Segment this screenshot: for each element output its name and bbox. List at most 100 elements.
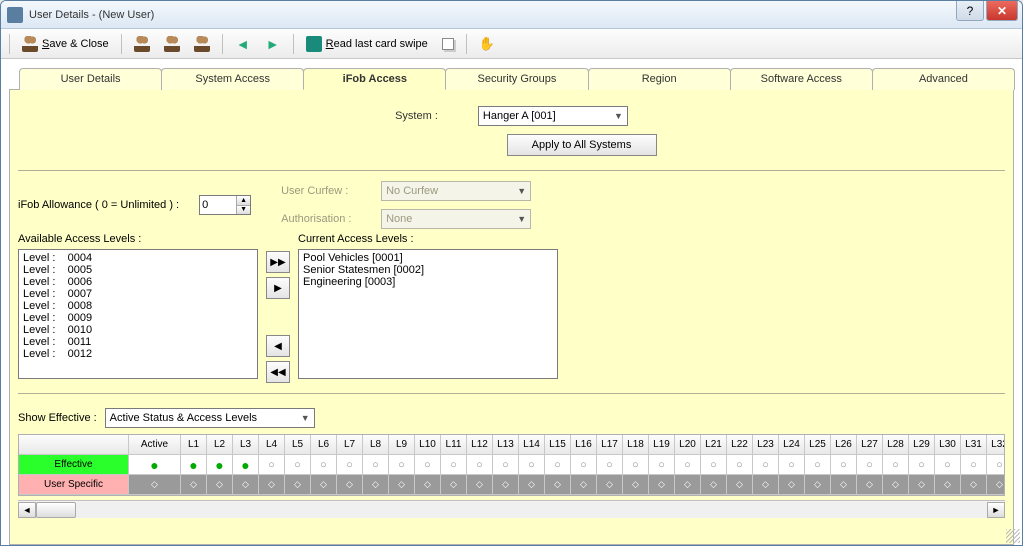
grid-cell[interactable]: ◇ xyxy=(571,475,597,495)
grid-cell[interactable]: ● xyxy=(181,455,207,475)
grid-cell[interactable]: ◇ xyxy=(389,475,415,495)
grid-cell[interactable]: ◇ xyxy=(961,475,987,495)
grid-cell[interactable]: ● xyxy=(129,455,181,475)
grid-cell[interactable]: ◇ xyxy=(207,475,233,495)
grid-cell[interactable]: ○ xyxy=(857,455,883,475)
spin-up-button[interactable]: ▲ xyxy=(237,196,250,206)
tab-system-access[interactable]: System Access xyxy=(161,68,304,90)
grid-cell[interactable]: ○ xyxy=(545,455,571,475)
tab-region[interactable]: Region xyxy=(588,68,731,90)
grid-cell[interactable]: ○ xyxy=(779,455,805,475)
grid-cell[interactable]: ◇ xyxy=(935,475,961,495)
grid-cell[interactable]: ○ xyxy=(675,455,701,475)
grid-cell[interactable]: ○ xyxy=(311,455,337,475)
save-close-button[interactable]: Save & Close xyxy=(18,34,113,54)
grid-cell[interactable]: ◇ xyxy=(285,475,311,495)
grid-cell[interactable]: ◇ xyxy=(857,475,883,495)
list-item[interactable]: Level : 0006 xyxy=(21,276,255,288)
grid-cell[interactable]: ◇ xyxy=(779,475,805,495)
grid-cell[interactable]: ◇ xyxy=(337,475,363,495)
toolbar-user-remove-button[interactable] xyxy=(190,34,214,54)
grid-cell[interactable]: ○ xyxy=(519,455,545,475)
tab-advanced[interactable]: Advanced xyxy=(872,68,1015,90)
grid-cell[interactable]: ○ xyxy=(441,455,467,475)
grid-cell[interactable]: ◇ xyxy=(909,475,935,495)
grid-cell[interactable]: ◇ xyxy=(753,475,779,495)
toolbar-next-button[interactable]: ► xyxy=(261,34,285,54)
grid-cell[interactable]: ◇ xyxy=(441,475,467,495)
scroll-right-button[interactable]: ► xyxy=(987,502,1005,518)
grid-cell[interactable]: ○ xyxy=(883,455,909,475)
grid-cell[interactable]: ○ xyxy=(493,455,519,475)
horizontal-scrollbar[interactable]: ◄ ► xyxy=(18,500,1005,518)
list-item[interactable]: Level : 0012 xyxy=(21,348,255,360)
grid-cell[interactable]: ◇ xyxy=(883,475,909,495)
grid-cell[interactable]: ○ xyxy=(389,455,415,475)
scroll-thumb[interactable] xyxy=(36,502,76,518)
list-item[interactable]: Level : 0011 xyxy=(21,336,255,348)
help-button[interactable]: ? xyxy=(956,1,984,21)
grid-cell[interactable]: ○ xyxy=(467,455,493,475)
grid-cell[interactable]: ◇ xyxy=(805,475,831,495)
grid-cell[interactable]: ○ xyxy=(623,455,649,475)
grid-cell[interactable]: ◇ xyxy=(623,475,649,495)
toolbar-user-add-button[interactable] xyxy=(160,34,184,54)
move-all-left-button[interactable]: ◀◀ xyxy=(266,361,290,383)
grid-cell[interactable]: ◇ xyxy=(701,475,727,495)
allowance-field[interactable] xyxy=(200,196,236,214)
grid-cell[interactable]: ○ xyxy=(571,455,597,475)
system-select[interactable]: Hanger A [001] ▼ xyxy=(478,106,628,126)
list-item[interactable]: Level : 0010 xyxy=(21,324,255,336)
grid-cell[interactable]: ○ xyxy=(987,455,1005,475)
list-item[interactable]: Engineering [0003] xyxy=(301,276,555,288)
current-listbox[interactable]: Pool Vehicles [0001]Senior Statesmen [00… xyxy=(298,249,558,379)
list-item[interactable]: Level : 0005 xyxy=(21,264,255,276)
tab-security-groups[interactable]: Security Groups xyxy=(445,68,588,90)
grid-cell[interactable]: ◇ xyxy=(415,475,441,495)
list-item[interactable]: Level : 0004 xyxy=(21,252,255,264)
grid-cell[interactable]: ○ xyxy=(909,455,935,475)
grid-cell[interactable]: ◇ xyxy=(259,475,285,495)
read-swipe-button[interactable]: Read last card swipe xyxy=(302,34,432,54)
allowance-input[interactable]: ▲ ▼ xyxy=(199,195,251,215)
show-effective-select[interactable]: Active Status & Access Levels ▼ xyxy=(105,408,315,428)
grid-cell[interactable]: ◇ xyxy=(831,475,857,495)
move-left-button[interactable]: ◀ xyxy=(266,335,290,357)
grid-cell[interactable]: ◇ xyxy=(311,475,337,495)
toolbar-user1-button[interactable] xyxy=(130,34,154,54)
close-button[interactable]: ✕ xyxy=(986,1,1018,21)
grid-cell[interactable]: ◇ xyxy=(545,475,571,495)
grid-cell[interactable]: ○ xyxy=(805,455,831,475)
tab-user-details[interactable]: User Details xyxy=(19,68,162,90)
grid-cell[interactable]: ◇ xyxy=(467,475,493,495)
grid-cell[interactable]: ◇ xyxy=(233,475,259,495)
grid-cell[interactable]: ○ xyxy=(415,455,441,475)
grid-cell[interactable]: ◇ xyxy=(129,475,181,495)
grid-cell[interactable]: ◇ xyxy=(181,475,207,495)
grid-cell[interactable]: ○ xyxy=(831,455,857,475)
grid-cell[interactable]: ○ xyxy=(753,455,779,475)
grid-cell[interactable]: ○ xyxy=(727,455,753,475)
grid-cell[interactable]: ◇ xyxy=(519,475,545,495)
list-item[interactable]: Level : 0009 xyxy=(21,312,255,324)
list-item[interactable]: Senior Statesmen [0002] xyxy=(301,264,555,276)
toolbar-prev-button[interactable]: ◄ xyxy=(231,34,255,54)
list-item[interactable]: Pool Vehicles [0001] xyxy=(301,252,555,264)
toolbar-hand-button[interactable]: ✋ xyxy=(475,34,499,54)
list-item[interactable]: Level : 0008 xyxy=(21,300,255,312)
move-all-right-button[interactable]: ▶▶ xyxy=(266,251,290,273)
grid-cell[interactable]: ◇ xyxy=(493,475,519,495)
list-item[interactable]: Level : 0007 xyxy=(21,288,255,300)
grid-cell[interactable]: ○ xyxy=(337,455,363,475)
grid-cell[interactable]: ○ xyxy=(285,455,311,475)
grid-cell[interactable]: ● xyxy=(207,455,233,475)
grid-cell[interactable]: ○ xyxy=(259,455,285,475)
grid-cell[interactable]: ● xyxy=(233,455,259,475)
toolbar-copy-button[interactable] xyxy=(438,36,458,52)
resize-grip[interactable] xyxy=(1006,529,1020,543)
grid-cell[interactable]: ○ xyxy=(363,455,389,475)
spin-down-button[interactable]: ▼ xyxy=(237,206,250,215)
scroll-track[interactable] xyxy=(36,502,987,518)
grid-cell[interactable]: ○ xyxy=(935,455,961,475)
move-right-button[interactable]: ▶ xyxy=(266,277,290,299)
